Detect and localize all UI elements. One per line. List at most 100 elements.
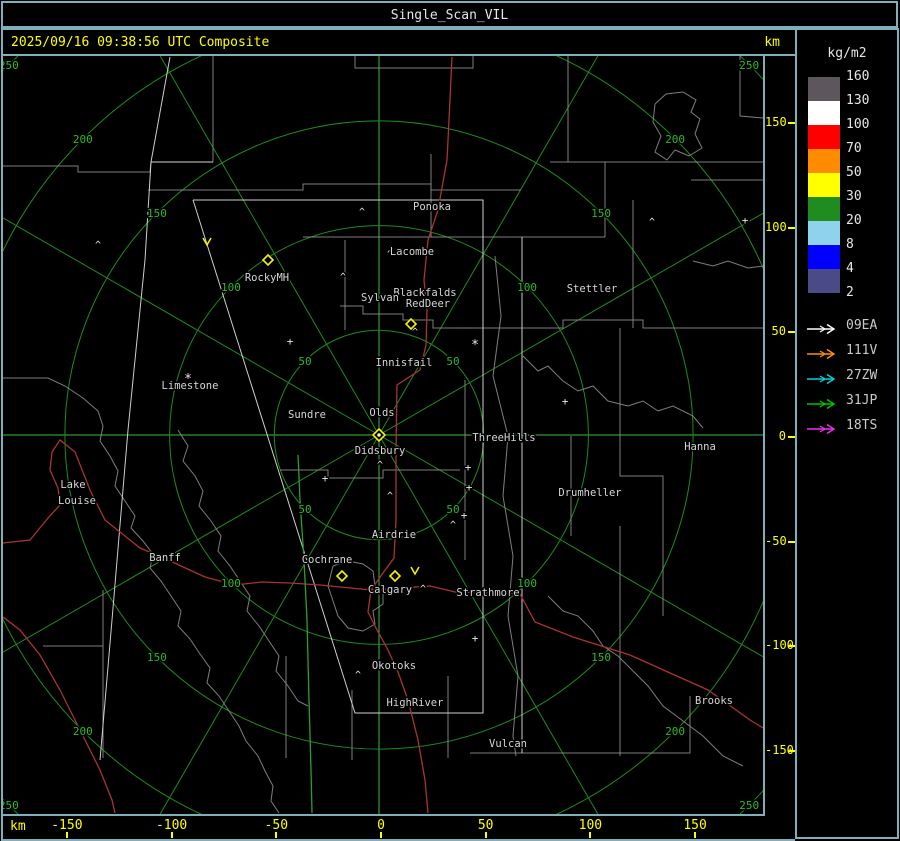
bottom-axis-tick — [484, 832, 487, 838]
station-caret-marker: ^ — [450, 520, 456, 531]
vil-color-swatch — [808, 77, 840, 101]
right-axis-tick — [788, 331, 795, 334]
right-axis-tick — [788, 540, 795, 543]
range-ring-label: 200 — [665, 133, 685, 146]
vil-color-swatch — [808, 197, 840, 221]
station-caret-marker: ^ — [340, 272, 346, 283]
bottom-axis-tick-label: 150 — [683, 818, 707, 833]
vil-threshold-label: 70 — [846, 141, 862, 156]
bottom-axis: km -150 -100 -50 0 50 100 150 — [1, 816, 795, 841]
bottom-axis-tick — [589, 832, 592, 838]
right-axis-tick-label: 150 — [765, 114, 787, 129]
station-caret-marker: ^ — [95, 240, 101, 251]
range-ring-label: 100 — [221, 281, 241, 294]
right-axis-tick — [788, 226, 795, 229]
vil-color-swatch — [808, 101, 840, 125]
station-plus-marker: + — [461, 509, 468, 522]
station-caret-marker: ^ — [387, 491, 393, 502]
station-caret-marker: ^ — [355, 670, 361, 681]
vil-threshold-label: 8 — [846, 237, 854, 252]
station-caret-marker: ^ — [412, 327, 418, 338]
bottom-axis-tick — [380, 832, 382, 838]
station-plus-marker: + — [472, 632, 479, 645]
range-ring-label: 150 — [591, 651, 611, 664]
city-label-banff: Banff — [149, 552, 181, 564]
station-plus-marker: + — [287, 335, 294, 348]
range-ring-label: 150 — [147, 207, 167, 220]
range-ring-label: 100 — [517, 577, 537, 590]
city-label-lake: Lake — [60, 479, 85, 491]
range-ring-label: 150 — [147, 651, 167, 664]
range-ring-label: 100 — [221, 577, 241, 590]
range-ring-label: 50 — [446, 503, 459, 516]
city-label-airdrie: Airdrie — [372, 529, 416, 541]
radar-id-label: 09EA — [846, 318, 878, 333]
bottom-axis-tick — [65, 832, 68, 838]
legend-panel: kg/m2 160 130 100 70 50 30 20 8 4 2 09EA 111V 27ZW 3… — [795, 28, 899, 839]
station-plus-marker: + — [465, 461, 472, 474]
radar-map-canvas[interactable]: 50 50 50 50 100 100 100 100 150 150 150 150 200 200 20… — [3, 56, 763, 814]
radar-map-frame: 50 50 50 50 100 100 100 100 150 150 150 150 200 200 20… — [1, 54, 765, 816]
city-label-calgary: Calgary — [368, 584, 412, 596]
vil-threshold-label: 30 — [846, 189, 862, 204]
right-axis-tick — [788, 121, 795, 124]
right-axis-tick-label: 100 — [765, 219, 787, 234]
range-ring-label: 100 — [517, 281, 537, 294]
station-caret-marker: ^ — [359, 207, 365, 218]
bottom-axis-tick-label: 100 — [578, 818, 603, 833]
station-plus-marker: + — [466, 481, 473, 494]
city-label-lacombe: Lacombe — [390, 246, 434, 258]
bottom-axis-tick — [694, 832, 697, 838]
city-label-hanna: Hanna — [684, 441, 716, 453]
vil-color-swatch — [808, 269, 840, 293]
bottom-axis-tick-label: -50 — [264, 818, 289, 833]
city-label-brooks: Brooks — [695, 695, 733, 707]
header-bar: 2025/09/16 09:38:56 UTC Composite km — [1, 28, 898, 56]
radar-vector-arrow-09ea — [806, 320, 840, 335]
city-label-innisfail: Innisfail — [376, 357, 433, 369]
vil-threshold-label: 2 — [846, 285, 854, 300]
city-label-drumheller: Drumheller — [558, 487, 621, 499]
range-ring-label: 50 — [298, 355, 311, 368]
vil-threshold-label: 20 — [846, 213, 862, 228]
range-ring-label: 250 — [739, 799, 759, 812]
radar-center-dot — [377, 433, 381, 437]
vil-color-swatch — [808, 221, 840, 245]
radar-id-label: 27ZW — [846, 368, 878, 383]
bottom-axis-tick-label: -100 — [155, 818, 188, 833]
range-ring-label: 50 — [446, 355, 459, 368]
city-label-sylvan: Sylvan — [361, 292, 399, 304]
vil-color-swatch — [808, 173, 840, 197]
right-axis-tick — [788, 750, 795, 753]
station-caret-marker: ^ — [649, 217, 655, 228]
city-label-limestone: Limestone — [162, 380, 219, 392]
radar-vector-arrow-18ts — [806, 420, 840, 435]
station-plus-marker: + — [742, 214, 749, 227]
city-label-stettler: Stettler — [567, 283, 618, 295]
radar-id-label: 18TS — [846, 418, 878, 433]
range-ring-label: 150 — [591, 207, 611, 220]
radar-id-label: 111V — [846, 343, 878, 358]
bottom-axis-tick-label: -150 — [51, 818, 83, 833]
right-axis-unit-label: km — [764, 35, 780, 50]
city-label-okotoks: Okotoks — [372, 660, 416, 672]
city-label-threehills: ThreeHills — [472, 432, 535, 444]
range-ring-label: 250 — [3, 59, 19, 72]
right-axis-tick — [788, 645, 795, 648]
city-label-rockymh: RockyMH — [245, 272, 289, 284]
bottom-axis-tick — [275, 832, 278, 838]
bottom-axis-tick-label: 50 — [477, 818, 494, 833]
city-label-highriver: HighRiver — [387, 697, 444, 709]
vil-color-swatch — [808, 245, 840, 269]
range-ring-label: 200 — [665, 725, 685, 738]
vil-threshold-label: 50 — [846, 165, 862, 180]
right-axis-tick-label: -150 — [765, 743, 794, 758]
range-ring-label: 250 — [739, 59, 759, 72]
range-ring-label: 250 — [3, 799, 19, 812]
vil-threshold-label: 100 — [846, 117, 870, 132]
vil-threshold-label: 4 — [846, 261, 854, 276]
vil-color-swatch — [808, 149, 840, 173]
vil-color-swatch — [808, 125, 840, 149]
range-ring-label: 200 — [73, 725, 93, 738]
station-plus-marker: + — [562, 395, 569, 408]
